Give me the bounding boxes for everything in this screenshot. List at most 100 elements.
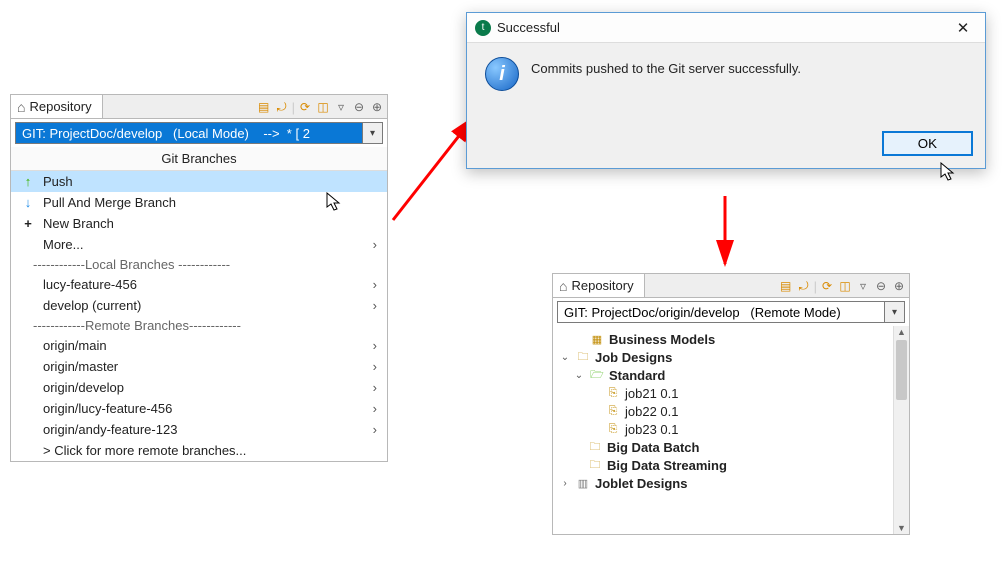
separator: |: [814, 279, 817, 294]
filter-icon[interactable]: ◫: [837, 278, 853, 294]
expand-toggle-icon[interactable]: ⌄: [573, 370, 585, 381]
section-label: ------------Remote Branches------------: [11, 318, 387, 333]
tree-node-job[interactable]: ⎘ job23 0.1: [555, 420, 907, 438]
scrollbar[interactable]: ▲ ▼: [893, 326, 909, 534]
menu-item-local-branch-current[interactable]: develop (current) ›: [11, 295, 387, 316]
git-branches-header: Git Branches: [11, 147, 387, 171]
dialog-body: i Commits pushed to the Git server succe…: [467, 43, 985, 123]
tree-node-job[interactable]: ⎘ job21 0.1: [555, 384, 907, 402]
menu-item-remote-branch[interactable]: origin/lucy-feature-456 ›: [11, 398, 387, 419]
maximize-icon[interactable]: ⊕: [891, 278, 907, 294]
branch-selector-dropdown-button[interactable]: ▾: [363, 122, 383, 144]
local-branches-header: ------------Local Branches ------------: [11, 255, 387, 274]
job-icon: ⎘: [605, 385, 621, 401]
tree-label: Standard: [609, 368, 665, 383]
dialog-title: Successful: [491, 20, 949, 35]
minimize-icon[interactable]: ⊖: [351, 99, 367, 115]
tab-label: Repository: [571, 278, 633, 293]
home-icon: [17, 99, 25, 115]
repository-panel-left: Repository ▤ ⤾ | ⟳ ◫ ▿ ⊖ ⊕ ▾ Git Branche…: [10, 94, 388, 462]
menu-item-more[interactable]: More... ›: [11, 234, 387, 255]
menu-label: origin/develop: [21, 380, 365, 395]
collapse-all-icon[interactable]: ▤: [778, 278, 794, 294]
tree-node-job-designs[interactable]: ⌄ 🗀 Job Designs: [555, 348, 907, 366]
info-icon: i: [485, 57, 519, 91]
panel-toolbar: ▤ ⤾ | ⟳ ◫ ▿ ⊖ ⊕: [256, 95, 385, 119]
panel-tabbar: Repository ▤ ⤾ | ⟳ ◫ ▿ ⊖ ⊕: [553, 274, 909, 298]
menu-item-remote-branch[interactable]: origin/andy-feature-123 ›: [11, 419, 387, 440]
chevron-right-icon: ›: [373, 237, 377, 252]
plus-icon: +: [21, 216, 35, 231]
remote-branches-header: ------------Remote Branches------------: [11, 316, 387, 335]
view-menu-icon[interactable]: ▿: [855, 278, 871, 294]
dialog-message: Commits pushed to the Git server success…: [531, 57, 801, 76]
repository-panel-right: Repository ▤ ⤾ | ⟳ ◫ ▿ ⊖ ⊕ ▾ ▦ Business …: [552, 273, 910, 535]
tree-label: job23 0.1: [625, 422, 679, 437]
menu-label: origin/lucy-feature-456: [21, 401, 365, 416]
menu-item-push[interactable]: ↑ Push: [11, 171, 387, 192]
tree-node-big-data-batch[interactable]: 🗀 Big Data Batch: [555, 438, 907, 456]
repository-tab[interactable]: Repository: [11, 95, 103, 118]
chevron-right-icon: ›: [373, 298, 377, 313]
view-menu-icon[interactable]: ▿: [333, 99, 349, 115]
sync-icon[interactable]: ⟳: [297, 99, 313, 115]
chevron-down-icon: ▾: [892, 307, 897, 318]
tree-node-job[interactable]: ⎘ job22 0.1: [555, 402, 907, 420]
menu-item-pull-merge[interactable]: ↓ Pull And Merge Branch: [11, 192, 387, 213]
folder-open-icon: 🗁: [589, 367, 605, 383]
repository-tab[interactable]: Repository: [553, 274, 645, 297]
refresh-icon[interactable]: ⤾: [274, 99, 290, 115]
menu-label: More...: [21, 237, 365, 252]
job-icon: ⎘: [605, 403, 621, 419]
menu-label: New Branch: [43, 216, 377, 231]
panel-toolbar: ▤ ⤾ | ⟳ ◫ ▿ ⊖ ⊕: [778, 274, 907, 298]
branch-selector[interactable]: [15, 122, 363, 144]
branch-selector[interactable]: [557, 301, 885, 323]
tree-node-big-data-streaming[interactable]: 🗀 Big Data Streaming: [555, 456, 907, 474]
refresh-icon[interactable]: ⤾: [796, 278, 812, 294]
repository-tree: ▦ Business Models ⌄ 🗀 Job Designs ⌄ 🗁 St…: [553, 326, 909, 534]
chevron-right-icon: ›: [373, 359, 377, 374]
scroll-up-icon[interactable]: ▲: [894, 327, 909, 337]
menu-label: develop (current): [21, 298, 365, 313]
ok-button[interactable]: OK: [882, 131, 973, 156]
menu-item-more-remote[interactable]: > Click for more remote branches...: [11, 440, 387, 461]
job-icon: ⎘: [605, 421, 621, 437]
tree-node-standard[interactable]: ⌄ 🗁 Standard: [555, 366, 907, 384]
menu-item-remote-branch[interactable]: origin/main ›: [11, 335, 387, 356]
maximize-icon[interactable]: ⊕: [369, 99, 385, 115]
branch-menu: ↑ Push ↓ Pull And Merge Branch + New Bra…: [11, 171, 387, 461]
menu-label: origin/master: [21, 359, 365, 374]
branch-selector-dropdown-button[interactable]: ▾: [885, 301, 905, 323]
menu-item-remote-branch[interactable]: origin/master ›: [11, 356, 387, 377]
tree-node-business-models[interactable]: ▦ Business Models: [555, 330, 907, 348]
chevron-right-icon: ›: [373, 277, 377, 292]
tree-label: job21 0.1: [625, 386, 679, 401]
filter-icon[interactable]: ◫: [315, 99, 331, 115]
collapse-all-icon[interactable]: ▤: [256, 99, 272, 115]
close-button[interactable]: ✕: [949, 19, 977, 37]
branch-selector-row: ▾: [553, 298, 909, 326]
flow-arrow-icon: [710, 194, 740, 274]
tree-label: Big Data Batch: [607, 440, 699, 455]
menu-label: Pull And Merge Branch: [43, 195, 377, 210]
folder-icon: 🗀: [587, 457, 603, 473]
expand-toggle-icon[interactable]: ⌄: [559, 352, 571, 363]
tree-label: Big Data Streaming: [607, 458, 727, 473]
panel-tabbar: Repository ▤ ⤾ | ⟳ ◫ ▿ ⊖ ⊕: [11, 95, 387, 119]
menu-item-new-branch[interactable]: + New Branch: [11, 213, 387, 234]
sync-icon[interactable]: ⟳: [819, 278, 835, 294]
models-icon: ▦: [589, 331, 605, 347]
menu-item-local-branch[interactable]: lucy-feature-456 ›: [11, 274, 387, 295]
scroll-down-icon[interactable]: ▼: [894, 523, 909, 533]
arrow-down-icon: ↓: [21, 195, 35, 210]
tree-node-joblet-designs[interactable]: › ▥ Joblet Designs: [555, 474, 907, 492]
menu-label: origin/andy-feature-123: [21, 422, 365, 437]
scroll-thumb[interactable]: [896, 340, 907, 400]
menu-item-remote-branch[interactable]: origin/develop ›: [11, 377, 387, 398]
home-icon: [559, 278, 567, 294]
expand-toggle-icon[interactable]: ›: [559, 478, 571, 489]
chevron-right-icon: ›: [373, 401, 377, 416]
folder-icon: 🗀: [587, 439, 603, 455]
minimize-icon[interactable]: ⊖: [873, 278, 889, 294]
